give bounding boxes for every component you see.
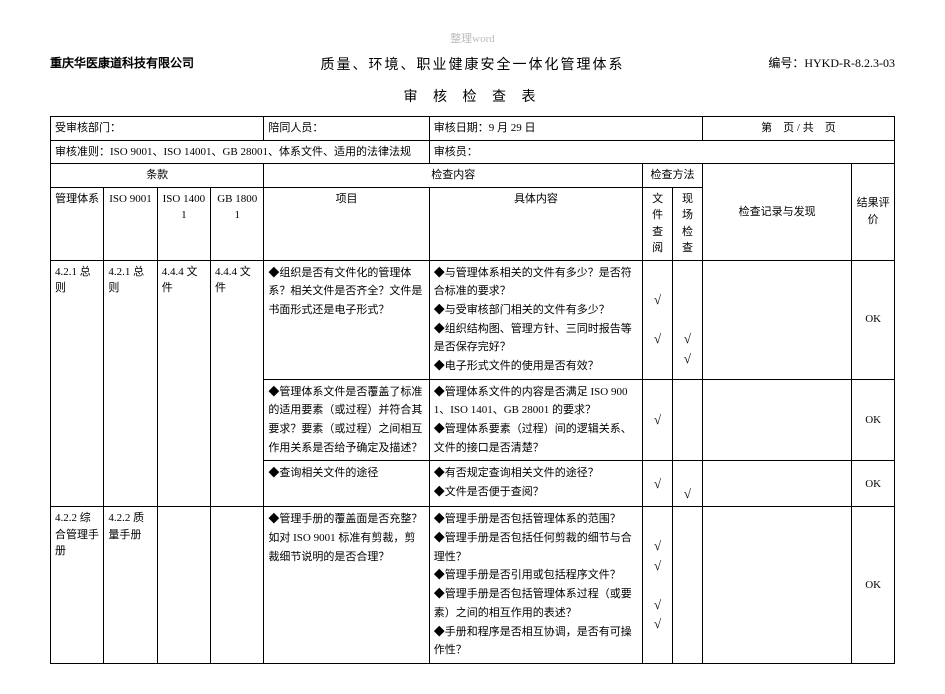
- cell-project: ◆组织是否有文件化的管理体系？相关文件是否齐全？文件是书面形式还是电子形式？: [264, 260, 429, 379]
- main-title: 质量、环境、职业健康安全一体化管理体系: [250, 54, 695, 74]
- date-cell: 审核日期：9 月 29 日: [429, 117, 702, 141]
- cell-project: ◆管理体系文件是否覆盖了标准的适用要素（或过程）并符合其要求？要素（或过程）之间…: [264, 379, 429, 461]
- watermark-text: 整理word: [50, 30, 895, 46]
- company-name: 重庆华医康道科技有限公司: [50, 54, 250, 71]
- page-mid: 页 / 共: [783, 122, 814, 134]
- cell-site-check: [673, 379, 703, 461]
- criteria-value: ISO 9001、ISO 14001、GB 28001、体系文件、适用的法律法规: [110, 146, 411, 158]
- cell-doc-check: √: [643, 379, 673, 461]
- cell-doc-check: √ √: [643, 260, 673, 379]
- hdr-check-content: 检查内容: [264, 164, 643, 188]
- cell-project: ◆查询相关文件的途径: [264, 461, 429, 507]
- date-value: 9 月 29 日: [489, 122, 536, 134]
- docnum-label: 编号：: [768, 56, 804, 70]
- info-row-1: 受审核部门： 陪同人员： 审核日期：9 月 29 日 第 页 / 共 页: [51, 117, 895, 141]
- cell-project: ◆管理手册的覆盖面是否充整？如对 ISO 9001 标准有剪裁，剪裁细节说明的是…: [264, 507, 429, 664]
- cell-site-check: √√: [673, 260, 703, 379]
- cell-result: OK: [852, 379, 895, 461]
- cell-result: OK: [852, 260, 895, 379]
- checklist-table: 受审核部门： 陪同人员： 审核日期：9 月 29 日 第 页 / 共 页 审核准…: [50, 116, 895, 664]
- cell-iso9001: 4.2.2 质量手册: [104, 507, 157, 664]
- auditor-cell: 审核员：: [429, 140, 894, 164]
- table-row: 4.2.1 总则 4.2.1 总则 4.4.4 文件 4.4.4 文件 ◆组织是…: [51, 260, 895, 379]
- cell-mgmt: 4.2.1 总则: [51, 260, 104, 507]
- hdr-check-method: 检查方法: [643, 164, 703, 188]
- cell-iso14001: 4.4.4 文件: [157, 260, 210, 507]
- page-pre: 第: [761, 122, 772, 134]
- sub-title: 审 核 检 查 表: [50, 86, 895, 106]
- docnum-value: HYKD-R-8.2.3-03: [804, 56, 895, 70]
- cell-doc-check: √√ √√: [643, 507, 673, 664]
- cell-record: [702, 461, 851, 507]
- document-header: 重庆华医康道科技有限公司 质量、环境、职业健康安全一体化管理体系 编号：HYKD…: [50, 54, 895, 82]
- hdr-site-check: 现场检查: [673, 187, 703, 260]
- info-row-2: 审核准则：ISO 9001、ISO 14001、GB 28001、体系文件、适用…: [51, 140, 895, 164]
- page-post: 页: [825, 122, 836, 134]
- hdr-gb18001: GB 18001: [211, 187, 264, 260]
- page-cell: 第 页 / 共 页: [702, 117, 894, 141]
- table-row: 4.2.2 综合管理手册 4.2.2 质量手册 ◆管理手册的覆盖面是否充整？如对…: [51, 507, 895, 664]
- cell-site-check: [673, 507, 703, 664]
- criteria-label: 审核准则：: [55, 146, 110, 158]
- criteria-cell: 审核准则：ISO 9001、ISO 14001、GB 28001、体系文件、适用…: [51, 140, 430, 164]
- cell-iso14001: [157, 507, 210, 664]
- cell-gb18001: [211, 507, 264, 664]
- hdr-mgmt: 管理体系: [51, 187, 104, 260]
- date-label: 审核日期：: [434, 122, 489, 134]
- cell-detail: ◆有否规定查询相关文件的途径？◆文件是否便于查阅？: [429, 461, 642, 507]
- cell-record: [702, 379, 851, 461]
- dept-cell: 受审核部门：: [51, 117, 264, 141]
- hdr-iso9001: ISO 9001: [104, 187, 157, 260]
- cell-site-check: √: [673, 461, 703, 507]
- cell-detail: ◆管理体系文件的内容是否满足 ISO 9001、ISO 1401、GB 2800…: [429, 379, 642, 461]
- hdr-detail: 具体内容: [429, 187, 642, 260]
- hdr-iso14001: ISO 14001: [157, 187, 210, 260]
- hdr-doc-check: 文件查阅: [643, 187, 673, 260]
- hdr-record: 检查记录与发现: [702, 164, 851, 261]
- hdr-project: 项目: [264, 187, 429, 260]
- cell-iso9001: 4.2.1 总则: [104, 260, 157, 507]
- cell-result: OK: [852, 507, 895, 664]
- cell-record: [702, 507, 851, 664]
- escort-cell: 陪同人员：: [264, 117, 429, 141]
- header-row-1: 条款 检查内容 检查方法 检查记录与发现 结果评价: [51, 164, 895, 188]
- cell-mgmt: 4.2.2 综合管理手册: [51, 507, 104, 664]
- hdr-clause: 条款: [51, 164, 264, 188]
- cell-record: [702, 260, 851, 379]
- cell-result: OK: [852, 461, 895, 507]
- hdr-result: 结果评价: [852, 164, 895, 261]
- cell-doc-check: √: [643, 461, 673, 507]
- cell-gb18001: 4.4.4 文件: [211, 260, 264, 507]
- document-number: 编号：HYKD-R-8.2.3-03: [695, 54, 895, 71]
- cell-detail: ◆与管理体系相关的文件有多少？是否符合标准的要求？◆与受审核部门相关的文件有多少…: [429, 260, 642, 379]
- cell-detail: ◆管理手册是否包括管理体系的范围？◆管理手册是否包括任何剪裁的细节与合理性？◆管…: [429, 507, 642, 664]
